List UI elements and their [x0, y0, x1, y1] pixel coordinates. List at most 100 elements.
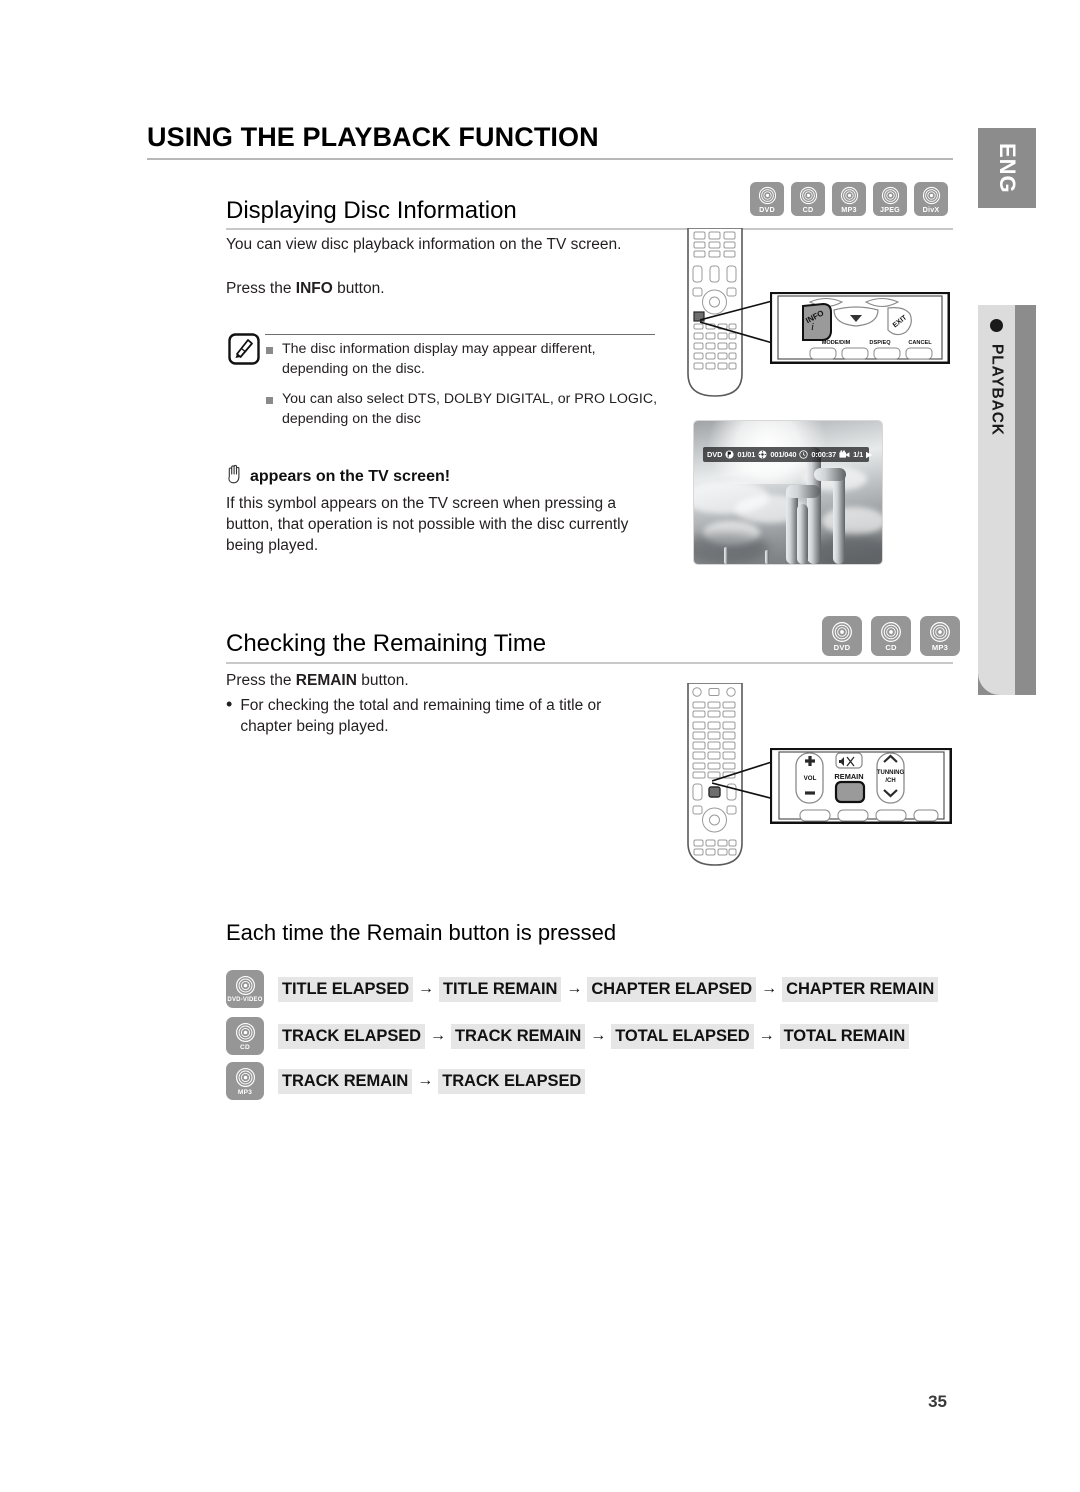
- cactus-trunk: [806, 446, 821, 564]
- sequence-step: TITLE ELAPSED: [278, 976, 414, 1002]
- instruction-prefix: Press the: [226, 280, 296, 297]
- section-divider-2: [226, 662, 953, 664]
- osd-angle: 1/1: [853, 450, 864, 459]
- section2-instruction: Press the REMAIN button.: [226, 670, 656, 691]
- osd-info-bar: DVD 01/01 001/040 0:00:37 1/1 ▶: [703, 447, 872, 462]
- instruction-prefix: Press the: [226, 672, 296, 689]
- note-divider: [265, 334, 655, 336]
- language-tab: ENG: [978, 128, 1036, 208]
- svg-text:VOL: VOL: [804, 775, 817, 782]
- section1-intro-text: You can view disc playback information o…: [226, 236, 622, 253]
- note-item: The disc information display may appear …: [266, 340, 664, 379]
- osd-disc-type: DVD: [707, 450, 723, 459]
- warning-heading-row: appears on the TV screen!: [226, 464, 450, 489]
- instruction-button-name: INFO: [295, 280, 333, 297]
- arrow-right-icon: →: [590, 1027, 607, 1044]
- sequence-steps: TITLE ELAPSED → TITLE REMAIN → CHAPTER E…: [278, 976, 939, 1002]
- disc-chip-label: DVD: [759, 204, 775, 214]
- title-icon: [725, 450, 734, 459]
- small-cactus: [765, 549, 769, 564]
- svg-text:i: i: [811, 321, 814, 333]
- section2-bullet-text: For checking the total and remaining tim…: [240, 697, 602, 735]
- sequence-step: TRACK REMAIN: [278, 1068, 413, 1094]
- sequence-block-heading: Each time the Remain button is pressed: [226, 920, 617, 945]
- arrow-right-icon: →: [761, 980, 778, 997]
- disc-chip-dvd: DVD: [822, 616, 862, 656]
- section-heading-displaying-disc-information: Displaying Disc Information: [226, 197, 517, 224]
- disc-chip-label: JPEG: [880, 204, 900, 214]
- sequence-step: CHAPTER REMAIN: [782, 976, 939, 1002]
- sequence-row-cd: CD TRACK ELAPSED → TRACK REMAIN → TOTAL …: [226, 1017, 910, 1055]
- cactus-arm: [833, 469, 846, 564]
- chapter-bullet-icon: [990, 319, 1003, 332]
- disc-chip-label: CD: [885, 643, 897, 652]
- section1-instruction: Press the INFO button.: [226, 278, 656, 299]
- callout-leader-lines-top: [700, 300, 777, 345]
- title-divider: [147, 158, 953, 160]
- disc-chip-label: MP3: [931, 643, 949, 652]
- disc-chip-dvd: DVD: [750, 182, 784, 216]
- callout-box-info: INFO i EXIT MODE/DIM DSP/EQ CANCEL: [769, 291, 951, 369]
- svg-text:/CH: /CH: [885, 778, 895, 784]
- sequence-step: TRACK ELAPSED: [438, 1068, 586, 1094]
- warning-body-text: If this symbol appears on the TV screen …: [226, 495, 629, 554]
- sequence-row-dvd-video: DVD-VIDEO TITLE ELAPSED → TITLE REMAIN →…: [226, 970, 939, 1008]
- arrow-right-icon: →: [429, 1027, 446, 1044]
- section2-bullet-item: • For checking the total and remaining t…: [226, 695, 626, 737]
- arrow-right-icon: →: [758, 1027, 775, 1044]
- dot-bullet-icon: •: [226, 694, 233, 714]
- disc-chip-label: CD: [802, 204, 814, 214]
- svg-text:TUNNING: TUNNING: [877, 770, 905, 776]
- disc-chip-mp3: MP3: [920, 616, 960, 656]
- arrow-right-icon: →: [418, 980, 435, 997]
- note-pencil-icon: [228, 333, 260, 365]
- sequence-steps: TRACK REMAIN → TRACK ELAPSED: [278, 1068, 586, 1094]
- sequence-step: TRACK REMAIN: [450, 1023, 586, 1049]
- instruction-suffix: button.: [332, 280, 385, 297]
- tv-screen-example: DVD 01/01 001/040 0:00:37 1/1 ▶: [694, 421, 882, 564]
- disc-chip-label: DVD-VIDEO: [227, 996, 263, 1003]
- chapter-icon: [758, 450, 767, 459]
- sequence-step: TITLE REMAIN: [439, 976, 562, 1002]
- disc-chip-dvd-video: DVD-VIDEO: [226, 970, 264, 1008]
- disc-chip-label: MP3: [237, 1088, 253, 1096]
- disc-chip-label: DivX: [922, 204, 940, 214]
- manual-page: ENG PLAYBACK USING THE PLAYBACK FUNCTION…: [0, 0, 1080, 1492]
- square-bullet-icon: [266, 347, 273, 354]
- svg-text:DSP/EQ: DSP/EQ: [869, 340, 891, 346]
- note-text: You can also select DTS, DOLBY DIGITAL, …: [282, 391, 658, 427]
- disc-icons-row-1: DVD CD MP3 JPEG DivX: [750, 182, 948, 216]
- section-divider-1: [226, 228, 953, 230]
- hand-icon: [226, 464, 243, 489]
- angle-camera-icon: [839, 450, 850, 459]
- disc-chip-mp3: MP3: [832, 182, 866, 216]
- svg-text:REMAIN: REMAIN: [834, 772, 863, 781]
- arrow-right-icon: →: [417, 1072, 434, 1089]
- warning-heading-label: appears on the TV screen!: [250, 467, 451, 485]
- osd-chapter-indicator: 001/040: [770, 450, 797, 459]
- square-bullet-icon: [266, 397, 273, 404]
- sequence-row-mp3: MP3 TRACK REMAIN → TRACK ELAPSED: [226, 1062, 586, 1100]
- page-number: 35: [928, 1392, 947, 1411]
- cactus-arm-join: [814, 468, 847, 482]
- svg-text:MODE/DIM: MODE/DIM: [822, 340, 851, 346]
- sequence-step: TRACK ELAPSED: [278, 1023, 425, 1049]
- small-cactus: [724, 546, 728, 564]
- sequence-step: CHAPTER ELAPSED: [587, 976, 757, 1002]
- cactus-arm: [797, 503, 808, 564]
- section-heading-checking-the-remaining-time: Checking the Remaining Time: [226, 630, 547, 657]
- disc-chip-label: CD: [240, 1043, 250, 1051]
- note-item: You can also select DTS, DOLBY DIGITAL, …: [266, 390, 664, 429]
- osd-title-indicator: 01/01: [737, 450, 756, 459]
- cloud: [821, 506, 882, 536]
- callout-box-remain: VOL REMAIN TUNNING /CH: [769, 747, 953, 829]
- disc-chip-cd: CD: [226, 1017, 264, 1055]
- disc-chip-cd: CD: [791, 182, 825, 216]
- arrow-right-icon: →: [566, 980, 583, 997]
- disc-chip-jpeg: JPEG: [873, 182, 907, 216]
- disc-icons-row-2: DVD CD MP3: [822, 616, 960, 656]
- sequence-step: TOTAL ELAPSED: [611, 1023, 754, 1049]
- disc-chip-label: DVD: [833, 643, 851, 652]
- instruction-suffix: button.: [356, 672, 409, 689]
- language-tab-label: ENG: [995, 142, 1020, 194]
